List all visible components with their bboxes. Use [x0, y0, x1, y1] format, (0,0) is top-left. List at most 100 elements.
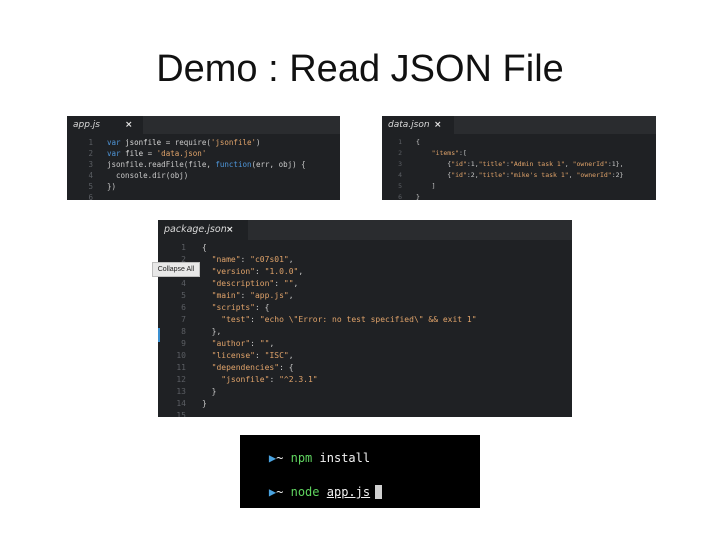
code-text: "author": "", [202, 338, 275, 350]
code-text: var jsonfile = require('jsonfile') [107, 137, 261, 148]
close-icon[interactable]: × [226, 220, 234, 240]
code-line: 1 var jsonfile = require('jsonfile') [67, 137, 340, 148]
line-number: 12 [176, 375, 186, 384]
line-number: 14 [176, 399, 186, 408]
line-number: 6 [181, 303, 186, 312]
code-text: { [202, 242, 207, 254]
code-text: console.dir(obj) [107, 170, 188, 181]
code-token: "" [259, 339, 270, 348]
code-token: : [274, 279, 284, 288]
tab-data-json[interactable]: data.json × [382, 116, 454, 134]
code-token: } [202, 387, 217, 396]
code-line: 4 console.dir(obj) [67, 170, 340, 181]
code-token: : [240, 291, 251, 300]
line-number: 6 [88, 193, 93, 200]
code-token: , [288, 351, 294, 360]
line-number: 5 [181, 291, 186, 300]
code-token: , [298, 267, 304, 276]
code-line: 4 "description": "", [158, 278, 572, 290]
code-text: "scripts": { [202, 302, 270, 314]
code-token: "mike's task 1" [509, 171, 569, 179]
line-number: 11 [176, 363, 186, 372]
code-token: : [240, 255, 251, 264]
code-token: "^2.3.1" [279, 375, 318, 384]
code-token: "jsonfile" [202, 375, 270, 384]
code-token: "title" [478, 171, 507, 179]
tab-app-js[interactable]: app.js × [67, 116, 143, 134]
code-token: { [202, 243, 207, 252]
code-line: 12 "jsonfile": "^2.3.1" [158, 374, 572, 386]
tab-label: package.json [164, 224, 227, 235]
command-arg: app.js [326, 485, 371, 499]
code-token: "ownerId" [576, 171, 612, 179]
code-line: 5 "main": "app.js", [158, 290, 572, 302]
code-line: 3 {"id":1,"title":"Admin task 1", "owner… [382, 159, 656, 170]
code-token: : [254, 351, 265, 360]
code-line: 15 [158, 410, 572, 417]
code-token: function [215, 160, 252, 169]
code-token: : [269, 375, 280, 384]
code-token: 'data.json' [156, 149, 207, 158]
app-js-tab-bar: app.js × [67, 116, 340, 134]
code-text: }) [107, 181, 116, 192]
code-token: :2} [611, 171, 624, 179]
prompt-symbol: ~ [276, 485, 284, 499]
code-line: 6 [67, 192, 340, 200]
gutter-marker [158, 328, 160, 342]
line-number: 6 [398, 193, 402, 200]
code-line: 14} [158, 398, 572, 410]
data-json-editor: data.json × 1{2 "items":[3 {"id":1,"titl… [382, 116, 656, 200]
code-token: = require( [161, 138, 211, 147]
code-token: , [269, 339, 275, 348]
code-line: 8 }, [158, 326, 572, 338]
code-line: 13 } [158, 386, 572, 398]
code-line: 5}) [67, 181, 340, 192]
code-line: 3 "version": "1.0.0", [158, 266, 572, 278]
code-text: { [416, 137, 420, 148]
line-number: 3 [398, 160, 402, 168]
code-token: "test" [202, 315, 251, 324]
line-number: 15 [176, 411, 186, 417]
code-text: } [202, 398, 207, 410]
terminal-window[interactable]: ▶~ npm install ▶~ node app.js [240, 435, 480, 508]
line-number: 4 [88, 171, 93, 180]
code-text: jsonfile.readFile(file, function(err, ob… [107, 159, 306, 170]
code-text: ] [416, 181, 436, 192]
close-icon[interactable]: × [125, 116, 133, 134]
code-token: "author" [202, 339, 251, 348]
code-text: } [416, 192, 420, 200]
line-number: 4 [398, 171, 402, 179]
code-line: 1{ [158, 242, 572, 254]
code-area[interactable]: 1 var jsonfile = require('jsonfile') 2 var … [67, 134, 340, 200]
code-token: : { [279, 363, 294, 372]
line-number: 2 [398, 149, 402, 157]
line-number: 9 [181, 339, 186, 348]
close-icon[interactable]: × [434, 116, 442, 134]
code-area[interactable]: 1{2 "items":[3 {"id":1,"title":"Admin ta… [382, 134, 656, 200]
code-line: 10 "license": "ISC", [158, 350, 572, 362]
line-number: 10 [176, 351, 186, 360]
code-text: "dependencies": { [202, 362, 294, 374]
tab-package-json[interactable]: package.json × [158, 220, 248, 240]
line-number: 1 [181, 243, 186, 252]
code-text: }, [202, 326, 222, 338]
code-text: var file = 'data.json' [107, 148, 206, 159]
data-json-tab-bar: data.json × [382, 116, 656, 134]
code-token: "version" [202, 267, 255, 276]
command-name: node [290, 485, 320, 499]
tab-label: data.json [388, 120, 430, 130]
code-text: "items":[ [416, 148, 467, 159]
collapse-all-tooltip[interactable]: Collapse All [152, 262, 200, 277]
code-token: "description" [202, 279, 275, 288]
code-token: :1, [466, 160, 479, 168]
code-token: "Admin task 1" [509, 160, 565, 168]
code-text: "description": "", [202, 278, 299, 290]
command-name: npm [290, 451, 313, 465]
code-line: 6} [382, 192, 656, 200]
code-token: :[ [459, 149, 467, 157]
code-text: "main": "app.js", [202, 290, 294, 302]
slide-title: Demo : Read JSON File [156, 48, 564, 90]
code-area[interactable]: 1{2 "name": "c07s01",3 "version": "1.0.0… [158, 240, 572, 417]
code-token: , [288, 291, 294, 300]
code-line: 4 {"id":2,"title":"mike's task 1", "owne… [382, 170, 656, 181]
